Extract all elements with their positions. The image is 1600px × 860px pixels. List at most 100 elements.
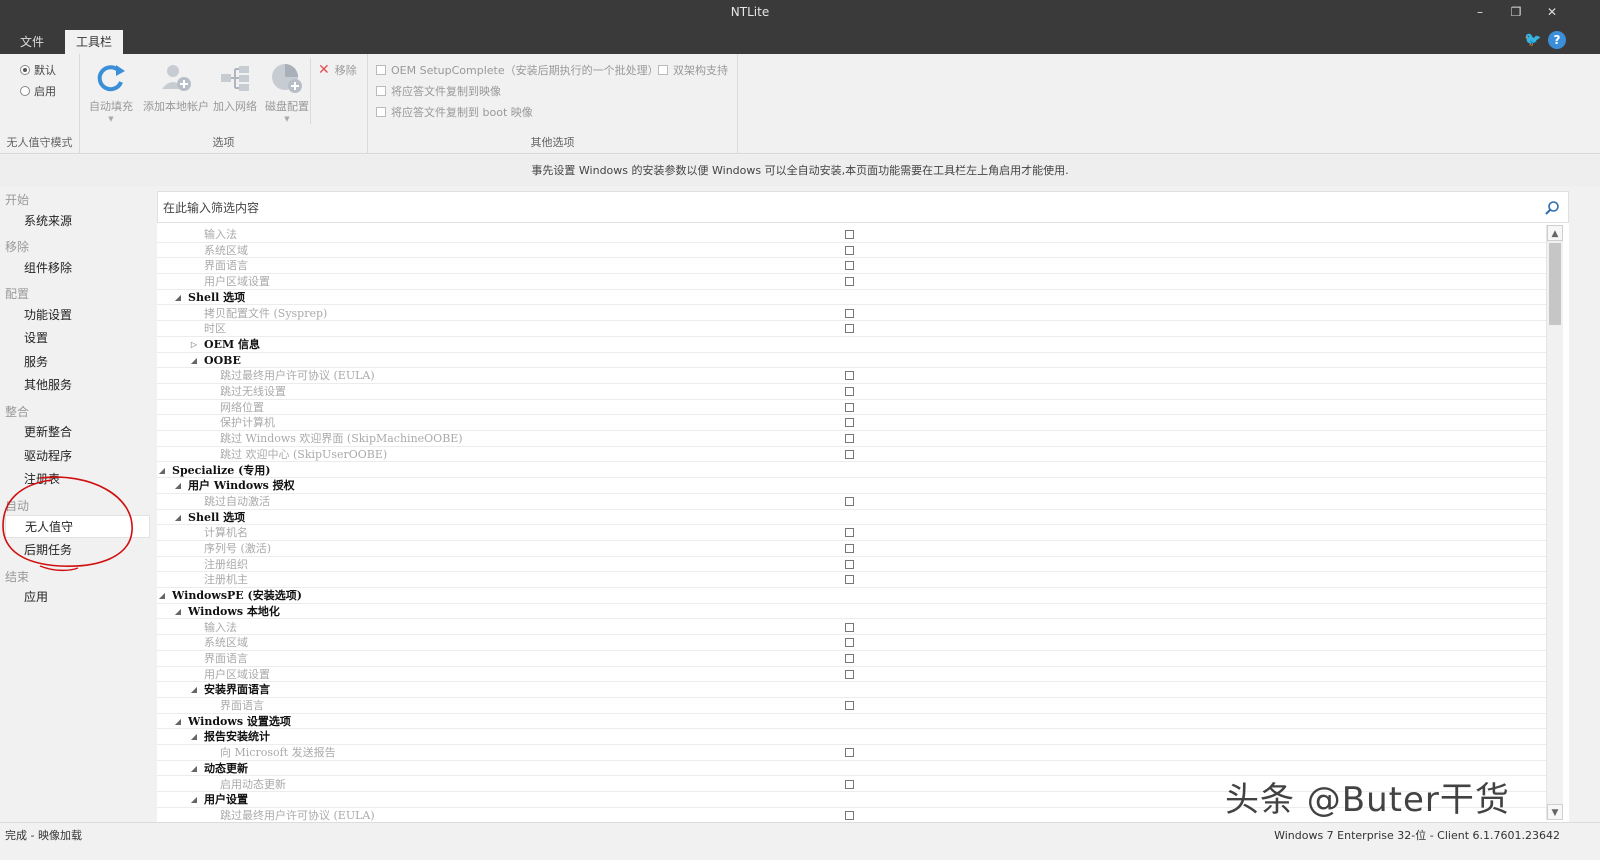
sidebar-item-post-setup[interactable]: 后期任务: [5, 539, 150, 562]
tree-item-row[interactable]: 输入法: [157, 227, 1547, 243]
sidebar-item-updates[interactable]: 更新整合: [5, 421, 150, 444]
tree-checkbox[interactable]: [845, 810, 854, 820]
tree-item-row[interactable]: 界面语言: [157, 651, 1547, 667]
collapse-arrow-icon[interactable]: ◢: [157, 463, 168, 478]
tree-group-row[interactable]: ◢ Shell 选项: [157, 510, 1547, 526]
sidebar-item-component-removal[interactable]: 组件移除: [5, 257, 150, 280]
expand-arrow-icon[interactable]: ▷: [188, 337, 200, 352]
radio-enable-dot[interactable]: [20, 86, 30, 96]
radio-enable[interactable]: 启用: [20, 83, 56, 99]
tree-checkbox[interactable]: [845, 638, 854, 648]
sidebar-item-source[interactable]: 系统来源: [5, 210, 150, 233]
tree-item-row[interactable]: 界面语言: [157, 258, 1547, 275]
collapse-arrow-icon[interactable]: ◢: [188, 761, 200, 776]
collapse-arrow-icon[interactable]: ◢: [172, 290, 184, 305]
collapse-arrow-icon[interactable]: ◢: [188, 682, 200, 697]
tree-group-row[interactable]: ◢ Windows 本地化: [157, 604, 1547, 620]
tree-group-row[interactable]: ◢ Windows 设置选项: [157, 714, 1547, 730]
collapse-arrow-icon[interactable]: ◢: [172, 510, 184, 525]
tree-checkbox[interactable]: [845, 575, 854, 585]
tree-item-row[interactable]: 向 Microsoft 发送报告: [157, 745, 1547, 761]
tree-checkbox[interactable]: [845, 434, 854, 444]
tree-checkbox[interactable]: [845, 622, 854, 632]
tree-item-row[interactable]: 网络位置: [157, 400, 1547, 416]
sidebar-item-apply[interactable]: 应用: [5, 586, 150, 609]
tree-group-row[interactable]: ◢ Shell 选项: [157, 290, 1547, 306]
check-copy-to-boot[interactable]: 将应答文件复制到 boot 映像: [376, 104, 533, 120]
tree-checkbox[interactable]: [845, 371, 854, 381]
tree-checkbox[interactable]: [845, 544, 854, 553]
tree-group-row[interactable]: ◢ OOBE: [157, 353, 1547, 369]
scroll-down-icon[interactable]: ▼: [1547, 804, 1563, 820]
close-icon[interactable]: ✕: [1542, 4, 1562, 20]
sidebar-item-registry[interactable]: 注册表: [5, 468, 150, 491]
filter-input[interactable]: [163, 198, 1523, 218]
tree-item-row[interactable]: 跳过自动激活: [157, 494, 1547, 510]
sidebar-item-settings[interactable]: 设置: [5, 327, 150, 350]
scroll-thumb[interactable]: [1549, 243, 1561, 325]
dual-arch-checkbox[interactable]: [658, 65, 668, 75]
twitter-icon[interactable]: 🐦: [1524, 31, 1542, 49]
tree-checkbox[interactable]: [845, 701, 854, 710]
tree-checkbox[interactable]: [845, 449, 854, 459]
collapse-arrow-icon[interactable]: ◢: [188, 729, 200, 744]
sidebar-item-services[interactable]: 服务: [5, 351, 150, 374]
tree-item-row[interactable]: 跳过 欢迎中心 (SkipUserOOBE): [157, 447, 1547, 463]
menu-tab-file[interactable]: 文件: [10, 30, 54, 54]
tree-item-row[interactable]: 输入法: [157, 620, 1547, 636]
check-copy-to-image[interactable]: 将应答文件复制到映像: [376, 83, 501, 99]
tree-item-row[interactable]: 跳过无线设置: [157, 384, 1547, 400]
collapse-arrow-icon[interactable]: ◢: [172, 604, 184, 619]
disk-config-button[interactable]: 磁盘配置 ▼: [256, 62, 318, 123]
oem-checkbox[interactable]: [376, 65, 386, 75]
tree-checkbox[interactable]: [845, 653, 854, 663]
copy-image-checkbox[interactable]: [376, 86, 386, 96]
collapse-arrow-icon[interactable]: ◢: [188, 792, 200, 807]
tree-item-row[interactable]: 系统区域: [157, 243, 1547, 259]
tree-item-row[interactable]: 序列号 (激活): [157, 541, 1547, 557]
check-oem-setupcomplete[interactable]: OEM SetupComplete（安装后期执行的一个批处理）: [376, 62, 659, 78]
sidebar-item-unattended[interactable]: 无人值守: [5, 515, 150, 538]
tree-checkbox[interactable]: [845, 230, 854, 239]
tree-checkbox[interactable]: [845, 308, 854, 318]
tree-item-row[interactable]: 注册机主: [157, 572, 1547, 589]
check-dual-arch[interactable]: 双架构支持: [658, 62, 728, 78]
sidebar-item-features[interactable]: 功能设置: [5, 304, 150, 327]
menu-tab-toolbar[interactable]: 工具栏: [65, 30, 123, 54]
tree-item-row[interactable]: 用户区域设置: [157, 274, 1547, 290]
tree-group-row[interactable]: ◢ Specialize (专用): [157, 463, 1547, 479]
tree-checkbox[interactable]: [845, 277, 854, 287]
tree-group-row[interactable]: ◢ WindowsPE (安装选项): [157, 588, 1547, 604]
restore-icon[interactable]: ❐: [1506, 4, 1526, 20]
collapse-arrow-icon[interactable]: ◢: [172, 714, 184, 729]
radio-default[interactable]: 默认: [20, 62, 56, 78]
sidebar-item-drivers[interactable]: 驱动程序: [5, 445, 150, 468]
tree-checkbox[interactable]: [845, 324, 854, 334]
collapse-arrow-icon[interactable]: ◢: [172, 478, 184, 493]
join-network-button[interactable]: 加入网络: [208, 62, 262, 114]
search-icon[interactable]: [1544, 200, 1560, 216]
tree-group-row[interactable]: ▷ OEM 信息: [157, 337, 1547, 353]
tree-group-row[interactable]: ◢ 报告安装统计: [157, 729, 1547, 746]
tree-checkbox[interactable]: [845, 748, 854, 758]
tree-item-row[interactable]: 系统区域: [157, 635, 1547, 651]
tree-item-row[interactable]: 保护计算机: [157, 415, 1547, 432]
tree-checkbox[interactable]: [845, 528, 854, 538]
add-local-account-button[interactable]: 添加本地帐户: [142, 62, 210, 114]
help-icon[interactable]: ?: [1548, 31, 1566, 49]
tree-checkbox[interactable]: [845, 261, 854, 271]
tree-item-row[interactable]: 注册组织: [157, 557, 1547, 573]
tree-item-row[interactable]: 拷贝配置文件 (Sysprep): [157, 306, 1547, 322]
scroll-up-icon[interactable]: ▲: [1547, 225, 1563, 241]
tree-item-row[interactable]: 跳过最终用户许可协议 (EULA): [157, 368, 1547, 384]
tree-checkbox[interactable]: [845, 402, 854, 412]
tree-item-row[interactable]: 跳过 Windows 欢迎界面 (SkipMachineOOBE): [157, 431, 1547, 447]
collapse-arrow-icon[interactable]: ◢: [157, 588, 168, 603]
sidebar-item-other-services[interactable]: 其他服务: [5, 374, 150, 397]
tree-group-row[interactable]: ◢ 安装界面语言: [157, 682, 1547, 698]
collapse-arrow-icon[interactable]: ◢: [188, 353, 200, 368]
tree-checkbox[interactable]: [845, 418, 854, 428]
tree-checkbox[interactable]: [845, 245, 854, 255]
tree-item-row[interactable]: 计算机名: [157, 525, 1547, 541]
minimize-icon[interactable]: –: [1470, 4, 1490, 20]
